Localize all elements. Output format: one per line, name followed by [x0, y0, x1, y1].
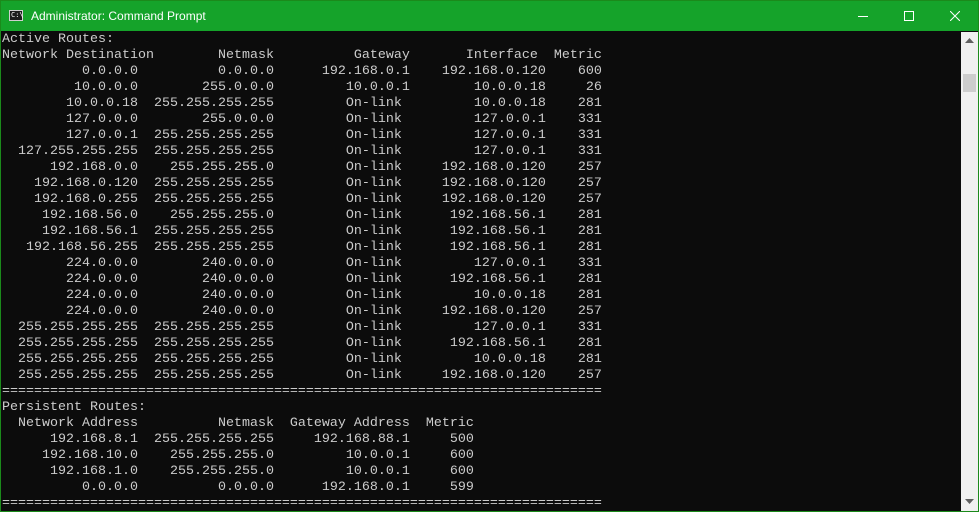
close-button[interactable]: [932, 1, 978, 31]
scroll-down-button[interactable]: [961, 494, 978, 511]
console-line: 192.168.56.0 255.255.255.0 On-link 192.1…: [2, 208, 602, 223]
console-line: 192.168.56.1 255.255.255.255 On-link 192…: [2, 224, 602, 239]
console-output[interactable]: Active Routes: Network Destination Netma…: [1, 32, 961, 511]
console-line: 224.0.0.0 240.0.0.0 On-link 10.0.0.18 28…: [2, 288, 602, 303]
console-line: 10.0.0.18 255.255.255.255 On-link 10.0.0…: [2, 96, 602, 111]
window-title: Administrator: Command Prompt: [31, 9, 206, 23]
console-line: 192.168.10.0 255.255.255.0 10.0.0.1 600: [2, 448, 474, 463]
console-line: 127.0.0.1 255.255.255.255 On-link 127.0.…: [2, 128, 602, 143]
close-icon: [950, 11, 960, 21]
console-line: 255.255.255.255 255.255.255.255 On-link …: [2, 336, 602, 351]
console-line: ========================================…: [2, 496, 602, 511]
vertical-scrollbar[interactable]: [961, 32, 978, 511]
console-line: 192.168.1.0 255.255.255.0 10.0.0.1 600: [2, 464, 474, 479]
console-line: 0.0.0.0 0.0.0.0 192.168.0.1 599: [2, 480, 474, 495]
console-line: 224.0.0.0 240.0.0.0 On-link 127.0.0.1 33…: [2, 256, 602, 271]
console-line: ========================================…: [2, 384, 602, 399]
console-line: 255.255.255.255 255.255.255.255 On-link …: [2, 320, 602, 335]
title-bar[interactable]: C:\ Administrator: Command Prompt: [1, 1, 978, 31]
cmd-icon[interactable]: C:\: [9, 10, 24, 21]
maximize-icon: [904, 11, 914, 21]
scroll-up-button[interactable]: [961, 32, 978, 49]
console-line: 0.0.0.0 0.0.0.0 192.168.0.1 192.168.0.12…: [2, 64, 602, 79]
console-line: 224.0.0.0 240.0.0.0 On-link 192.168.56.1…: [2, 272, 602, 287]
console-line: 127.0.0.0 255.0.0.0 On-link 127.0.0.1 33…: [2, 112, 602, 127]
console-line: 192.168.0.120 255.255.255.255 On-link 19…: [2, 176, 602, 191]
console-line: 255.255.255.255 255.255.255.255 On-link …: [2, 368, 602, 383]
console-line: 192.168.8.1 255.255.255.255 192.168.88.1…: [2, 432, 474, 447]
console-line: 192.168.0.0 255.255.255.0 On-link 192.16…: [2, 160, 602, 175]
cmd-icon-text: C:\: [11, 11, 24, 19]
console-line: 127.255.255.255 255.255.255.255 On-link …: [2, 144, 602, 159]
console-line: 10.0.0.0 255.0.0.0 10.0.0.1 10.0.0.18 26: [2, 80, 602, 95]
command-prompt-window: C:\ Administrator: Command Prompt Active…: [0, 0, 979, 512]
console-line: 192.168.56.255 255.255.255.255 On-link 1…: [2, 240, 602, 255]
console-line: 224.0.0.0 240.0.0.0 On-link 192.168.0.12…: [2, 304, 602, 319]
minimize-button[interactable]: [840, 1, 886, 31]
scroll-down-arrow-icon: [965, 499, 974, 504]
maximize-button[interactable]: [886, 1, 932, 31]
console-line: Network Address Netmask Gateway Address …: [2, 416, 474, 431]
console-line: Network Destination Netmask Gateway Inte…: [2, 48, 602, 63]
scroll-up-arrow-icon: [965, 38, 974, 43]
console-line: Persistent Routes:: [2, 400, 146, 415]
console-line: 192.168.0.255 255.255.255.255 On-link 19…: [2, 192, 602, 207]
minimize-icon: [858, 16, 868, 17]
console-line: 255.255.255.255 255.255.255.255 On-link …: [2, 352, 602, 367]
console-line: Active Routes:: [2, 32, 114, 47]
scrollbar-thumb[interactable]: [963, 74, 976, 92]
